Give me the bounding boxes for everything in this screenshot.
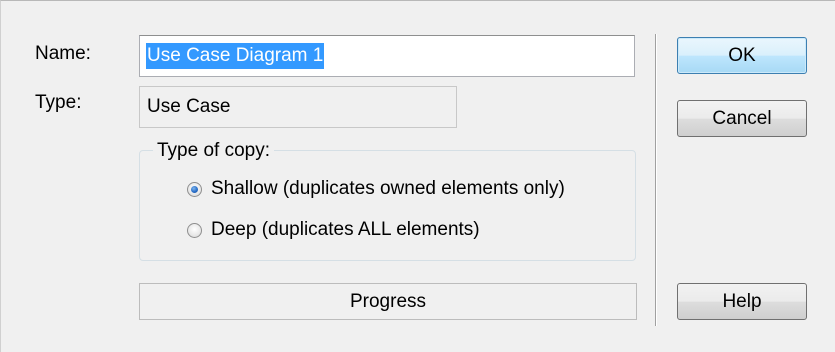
deep-copy-radio[interactable]: Deep (duplicates ALL elements) [187,218,480,242]
name-input-selected-text: Use Case Diagram 1 [146,43,325,69]
type-of-copy-group [139,150,636,261]
name-input[interactable]: Use Case Diagram 1 [139,35,635,77]
type-of-copy-legend: Type of copy: [153,140,275,162]
radio-checked-icon[interactable] [187,181,202,197]
deep-copy-label: Deep (duplicates ALL elements) [211,219,480,240]
type-field: Use Case [139,86,457,128]
type-label: Type: [35,92,82,113]
shallow-copy-label: Shallow (duplicates owned elements only) [211,178,565,199]
cancel-button[interactable]: Cancel [677,100,807,137]
radio-unchecked-icon[interactable] [187,222,202,238]
vertical-separator [655,34,656,326]
progress-bar: Progress [139,283,637,320]
ok-button[interactable]: OK [677,37,807,74]
copy-diagram-dialog: Name: Use Case Diagram 1 Type: Use Case … [0,0,835,352]
help-button[interactable]: Help [677,283,807,320]
name-label: Name: [35,43,91,64]
shallow-copy-radio[interactable]: Shallow (duplicates owned elements only) [187,177,565,201]
